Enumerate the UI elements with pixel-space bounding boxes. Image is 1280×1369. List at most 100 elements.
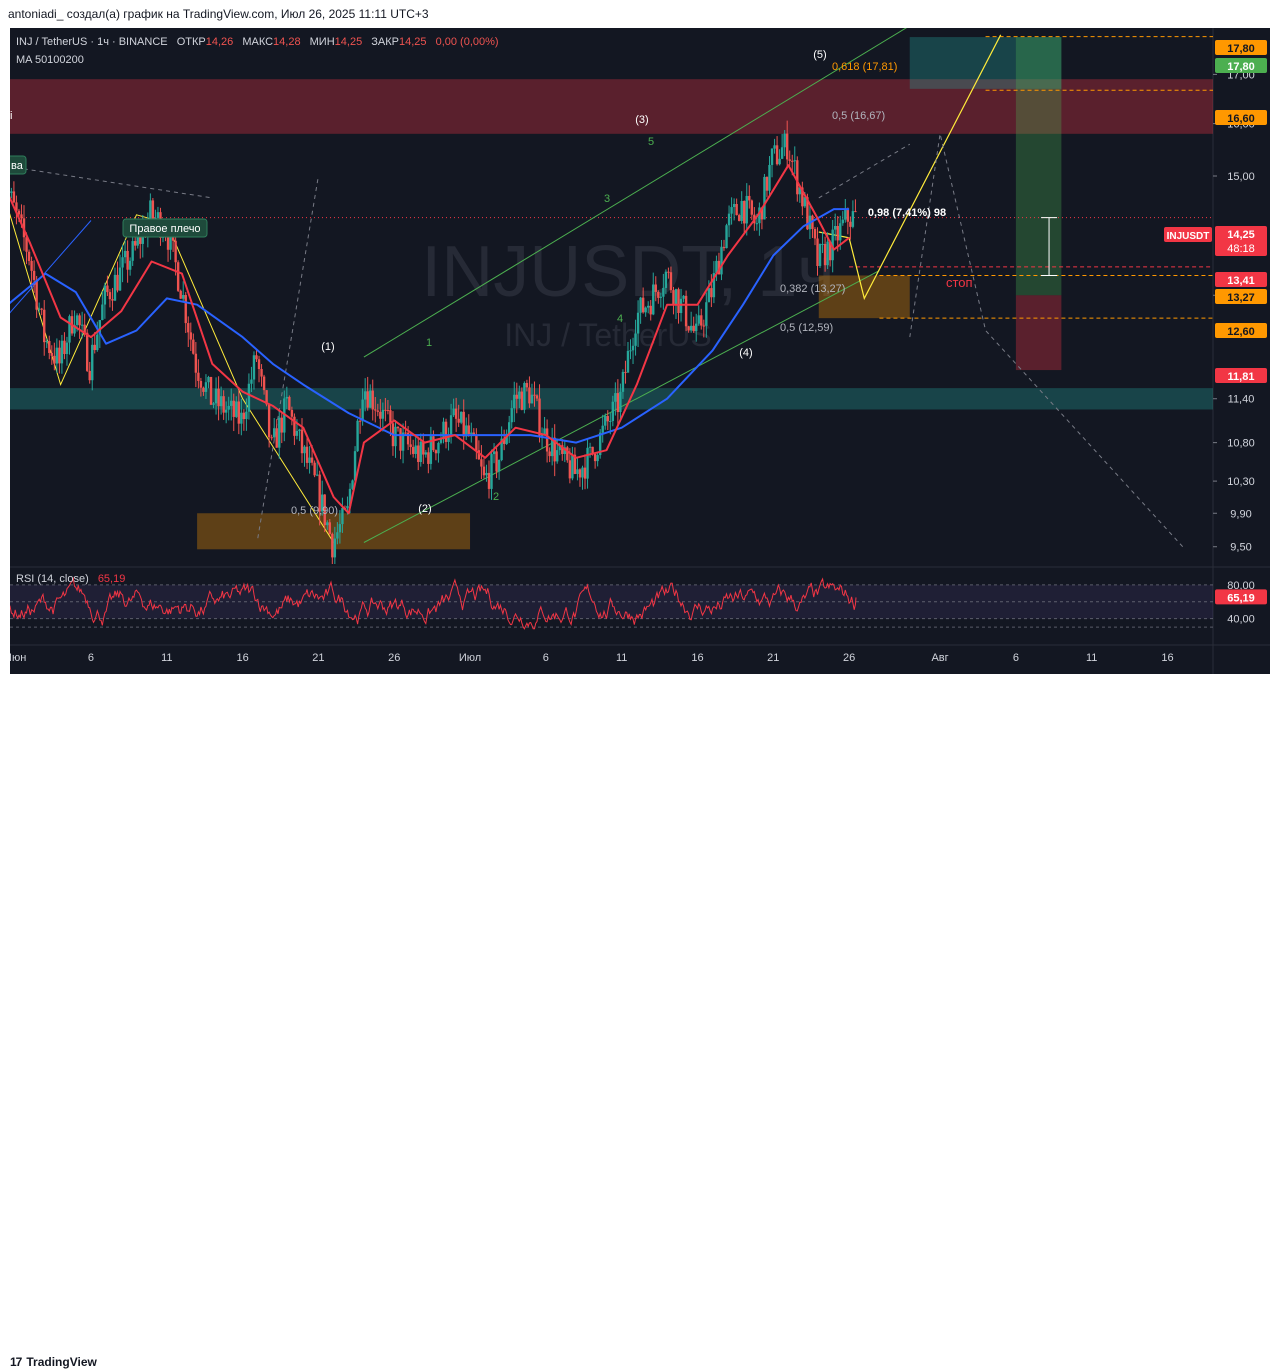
subwave-label-1: 1	[426, 337, 432, 349]
watermark-small: INJ / TetherUS	[504, 317, 711, 353]
candle-body	[783, 134, 785, 148]
candle-body	[195, 354, 197, 373]
candle-body	[665, 272, 667, 288]
candle-body	[834, 226, 836, 230]
candles-layer	[10, 121, 857, 568]
price-chart[interactable]: INJUSDT, 1ч INJ / TetherUS Правое плечо …	[10, 28, 1270, 674]
legend-change: 0,00 (0,00%)	[436, 36, 499, 48]
candle-body	[821, 244, 823, 245]
candle-body	[225, 410, 227, 413]
candle-body	[94, 345, 96, 350]
time-axis-tick: Июн	[10, 652, 26, 664]
time-axis-tick: 16	[236, 652, 248, 664]
price-label: 13,41	[1227, 275, 1255, 287]
candle-body	[409, 444, 411, 447]
candle-body	[763, 177, 765, 219]
candle-body	[480, 459, 482, 466]
legend-symbol: INJ / TetherUS · 1ч · BINANCE	[16, 36, 168, 48]
candle-body	[384, 410, 386, 411]
candle-body	[48, 341, 50, 353]
candle-body	[816, 238, 818, 265]
candle-body	[243, 413, 245, 419]
candle-body	[210, 377, 212, 405]
candle-body	[463, 412, 465, 437]
candle-body	[720, 247, 722, 274]
price-label: 11,81	[1228, 371, 1255, 383]
candle-body	[63, 341, 65, 354]
candle-body	[728, 214, 730, 226]
rsi-label: RSI (14, close)	[16, 573, 89, 585]
candle-body	[819, 244, 821, 266]
candle-body	[33, 271, 35, 280]
candle-body	[35, 280, 37, 310]
candle-body	[58, 348, 60, 364]
candle-body	[200, 381, 202, 388]
time-axis-tick: 6	[1013, 652, 1019, 664]
candle-body	[212, 403, 214, 404]
zone-stop_zone	[1016, 295, 1061, 370]
candle-body	[768, 165, 770, 191]
rsi-axis-tick: 40,00	[1227, 614, 1255, 626]
candle-body	[258, 359, 260, 369]
candle-body	[521, 392, 523, 410]
rsi-value-label: 65,19	[1227, 592, 1255, 604]
candle-body	[511, 408, 513, 422]
candle-body	[655, 284, 657, 291]
candle-body	[786, 134, 788, 160]
candle-body	[278, 418, 280, 448]
candle-body	[255, 355, 257, 359]
time-axis[interactable]: Июн611162126Июл611162126Авг61116	[10, 652, 1174, 664]
candle-body	[546, 428, 548, 451]
candle-body	[460, 412, 462, 423]
candle-body	[260, 369, 262, 377]
candle-body	[847, 210, 849, 222]
candle-body	[190, 332, 192, 339]
candle-body	[781, 147, 783, 159]
candle-body	[526, 383, 528, 387]
wave-label-1: (1)	[321, 341, 334, 353]
candle-body	[538, 399, 540, 436]
candle-body	[435, 450, 437, 453]
candle-body	[746, 196, 748, 223]
candle-body	[485, 473, 487, 475]
zone-fib_low	[197, 513, 470, 549]
candle-body	[710, 288, 712, 297]
left-tag: ва	[11, 160, 24, 172]
candle-body	[250, 380, 252, 384]
price-axis-tick: 9,50	[1230, 542, 1251, 554]
candle-body	[432, 436, 434, 450]
candle-body	[316, 475, 318, 476]
candle-body	[341, 508, 343, 524]
candle-body	[723, 247, 725, 248]
candle-body	[445, 422, 447, 442]
candle-body	[852, 211, 854, 227]
candle-body	[687, 326, 689, 330]
candle-body	[748, 196, 750, 201]
candle-body	[18, 211, 20, 215]
candle-body	[624, 372, 626, 373]
chart-panel[interactable]: INJUSDT, 1ч INJ / TetherUS Правое плечо …	[10, 28, 1270, 674]
candle-body	[675, 289, 677, 305]
candle-body	[771, 149, 773, 165]
candle-body	[111, 299, 113, 300]
candle-body	[634, 334, 636, 346]
candle-body	[602, 426, 604, 433]
candle-body	[233, 401, 235, 417]
fib-label-05-top: 0,5 (16,67)	[832, 110, 885, 122]
candle-body	[794, 160, 796, 161]
candle-body	[268, 404, 270, 437]
candle-body	[703, 326, 705, 327]
candle-body	[197, 373, 199, 381]
time-axis-tick: 6	[88, 652, 94, 664]
price-label: 17,80	[1227, 61, 1255, 73]
tradingview-logo[interactable]: 17TradingView	[10, 1355, 97, 1369]
candle-body	[652, 284, 654, 314]
candle-body	[596, 455, 598, 461]
time-axis-tick: 21	[312, 652, 324, 664]
candle-body	[698, 315, 700, 323]
fib-label-0382: 0,382 (13,27)	[780, 283, 845, 295]
candle-body	[589, 447, 591, 448]
candle-body	[207, 377, 209, 382]
price-label: 12,60	[1227, 326, 1255, 338]
legend-high: 14,28	[273, 36, 301, 48]
